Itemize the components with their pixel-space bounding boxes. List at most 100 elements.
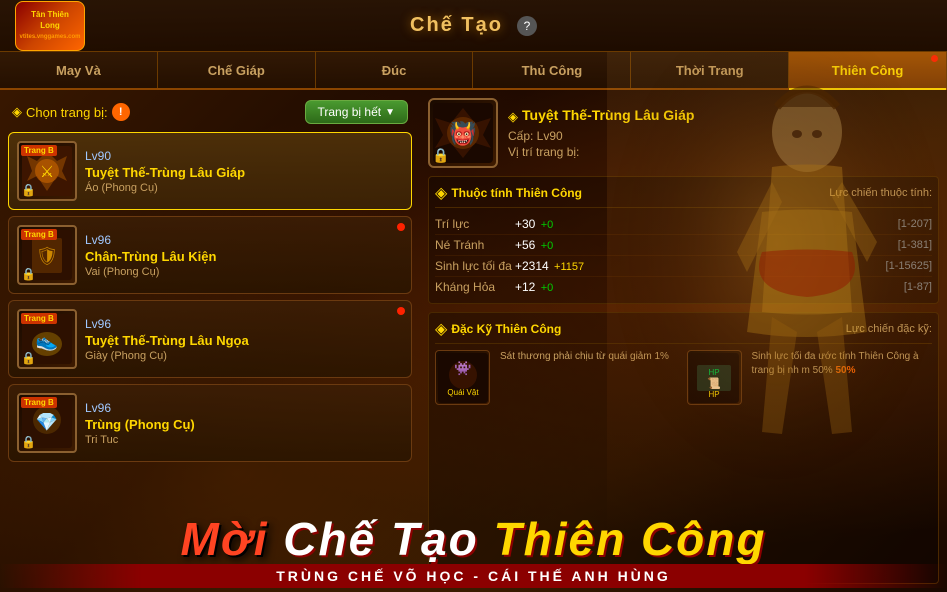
item-name-4: Trùng (Phong Cụ)	[85, 417, 403, 432]
equip-item-3[interactable]: 👟 Trang B 🔒 Lv96 Tuyệt Thế-Trùng Lâu Ngọ…	[8, 300, 412, 378]
item-type-4: Tri Tuc	[85, 434, 403, 446]
item-icon-3: 👟 Trang B 🔒	[17, 309, 77, 369]
svg-text:🛡: 🛡	[36, 246, 59, 266]
tab-bar: May Và Chế Giáp Đúc Thủ Công Thời Trang …	[0, 52, 947, 90]
item-badge-2: Trang B	[21, 229, 57, 240]
svg-text:👟: 👟	[36, 331, 58, 352]
skills-subtitle: Lực chiến đặc kỹ:	[846, 323, 932, 335]
svg-text:⚔: ⚔	[40, 164, 54, 181]
equip-item-1[interactable]: ⚔ Trang B 🔒 Lv90 Tuyệt Thế-Trùng Lâu Giá…	[8, 132, 412, 210]
lock-icon-1: 🔒	[21, 183, 36, 197]
svg-text:HP: HP	[708, 368, 719, 377]
main-panel: Tân ThiênLongvtites.vnggames.com Chế Tạo…	[0, 0, 947, 592]
tab-may-va[interactable]: May Và	[0, 52, 158, 88]
title-bar: Tân ThiênLongvtites.vnggames.com Chế Tạo…	[0, 0, 947, 52]
right-panel: 👹 🔒 ◈ Tuyệt Thế-Trùng Lâu Giáp Cấp: Lv90…	[420, 90, 947, 592]
tab-che-giap[interactable]: Chế Giáp	[158, 52, 316, 88]
equip-item-2[interactable]: 🛡 Trang B 🔒 Lv96 Chân-Trùng Lâu Kiện Vai…	[8, 216, 412, 294]
item-info-4: Lv96 Trùng (Phong Cụ) Tri Tuc	[85, 401, 403, 446]
stat-row-3: Sinh lực tối đa +2314 +1157 [1-15625]	[435, 256, 932, 277]
skills-section: ◈ Đặc Kỹ Thiên Công Lực chiến đặc kỹ: 👾 …	[428, 312, 939, 584]
skills-title-bar: ◈ Đặc Kỹ Thiên Công Lực chiến đặc kỹ:	[435, 319, 932, 344]
equip-label: ◈ Chọn trang bị: !	[12, 103, 130, 121]
item-type-1: Áo (Phong Cụ)	[85, 182, 403, 194]
stat-range-3: [1-15625]	[886, 260, 932, 272]
stat-row-2: Né Tránh +56 +0 [1-381]	[435, 235, 932, 256]
item-level-3: Lv96	[85, 317, 403, 331]
equipment-dropdown[interactable]: Trang bị hết ▼	[305, 100, 409, 124]
detail-header: 👹 🔒 ◈ Tuyệt Thế-Trùng Lâu Giáp Cấp: Lv90…	[428, 98, 939, 168]
detail-icon: 👹 🔒	[428, 98, 498, 168]
lock-icon-3: 🔒	[21, 351, 36, 365]
window-title: Chế Tạo	[410, 14, 503, 37]
dropdown-arrow-icon: ▼	[385, 107, 395, 118]
stats-title-bar: ◈ Thuộc tính Thiên Công Lực chiến thuộc …	[435, 183, 932, 208]
svg-text:Quái Vật: Quái Vật	[447, 388, 479, 397]
item-icon-2: 🛡 Trang B 🔒	[17, 225, 77, 285]
red-dot-3	[397, 307, 405, 315]
svg-text:👹: 👹	[449, 120, 476, 146]
stats-subtitle: Lực chiến thuộc tính:	[829, 187, 932, 199]
tab-thoi-trang[interactable]: Thời Trang	[631, 52, 789, 88]
item-name-2: Chân-Trùng Lâu Kiện	[85, 249, 403, 264]
item-level-4: Lv96	[85, 401, 403, 415]
item-icon-1: ⚔ Trang B 🔒	[17, 141, 77, 201]
tab-thien-cong[interactable]: Thiên Công	[789, 52, 947, 88]
stat-name-4: Kháng Hỏa	[435, 280, 515, 294]
red-dot-2	[397, 223, 405, 231]
svg-text:HP: HP	[708, 390, 719, 399]
lock-icon-2: 🔒	[21, 267, 36, 281]
skill-desc-2: Sinh lực tối đa ước tính Thiên Công à tr…	[748, 350, 933, 405]
svg-text:👾: 👾	[454, 360, 471, 376]
stat-range-1: [1-207]	[898, 218, 932, 230]
skill-item-2: HP 📜 HP	[687, 350, 742, 405]
stats-section: ◈ Thuộc tính Thiên Công Lực chiến thuộc …	[428, 176, 939, 304]
stat-range-2: [1-381]	[898, 239, 932, 251]
stat-value-2: +56 +0	[515, 238, 595, 252]
detail-level: Cấp: Lv90	[508, 129, 939, 143]
item-level-1: Lv90	[85, 149, 403, 163]
stat-row-4: Kháng Hỏa +12 +0 [1-87]	[435, 277, 932, 297]
item-info-3: Lv96 Tuyệt Thế-Trùng Lâu Ngọa Giày (Phon…	[85, 317, 403, 362]
stat-name-1: Trí lực	[435, 217, 515, 231]
warning-icon: !	[112, 103, 130, 121]
item-icon-4: 💎 Trang B 🔒	[17, 393, 77, 453]
item-info-2: Lv96 Chân-Trùng Lâu Kiện Vai (Phong Cụ)	[85, 233, 403, 278]
stat-row-1: Trí lực +30 +0 [1-207]	[435, 214, 932, 235]
stat-name-2: Né Tránh	[435, 238, 515, 252]
game-logo: Tân ThiênLongvtites.vnggames.com	[15, 1, 85, 51]
item-type-3: Giày (Phong Cụ)	[85, 350, 403, 362]
stat-value-4: +12 +0	[515, 280, 595, 294]
tab-thu-cong[interactable]: Thủ Công	[473, 52, 631, 88]
item-type-2: Vai (Phong Cụ)	[85, 266, 403, 278]
item-badge-3: Trang B	[21, 313, 57, 324]
item-badge-1: Trang B	[21, 145, 57, 156]
stat-range-4: [1-87]	[904, 281, 932, 293]
item-name-3: Tuyệt Thế-Trùng Lâu Ngọa	[85, 333, 403, 348]
stat-value-1: +30 +0	[515, 217, 595, 231]
item-info-1: Lv90 Tuyệt Thế-Trùng Lâu Giáp Áo (Phong …	[85, 149, 403, 194]
help-button[interactable]: ?	[517, 16, 537, 36]
tab-duc[interactable]: Đúc	[316, 52, 474, 88]
item-name-1: Tuyệt Thế-Trùng Lâu Giáp	[85, 165, 403, 180]
skill-item-1: 👾 Quái Vật	[435, 350, 490, 405]
stat-value-3: +2314 +1157	[515, 259, 595, 273]
lock-icon-4: 🔒	[21, 435, 36, 449]
left-panel: ◈ Chọn trang bị: ! Trang bị hết ▼	[0, 90, 420, 592]
detail-name: Tuyệt Thế-Trùng Lâu Giáp	[522, 107, 694, 123]
item-badge-4: Trang B	[21, 397, 57, 408]
detail-info: ◈ Tuyệt Thế-Trùng Lâu Giáp Cấp: Lv90 Vị …	[508, 107, 939, 159]
logo-area: Tân ThiênLongvtites.vnggames.com	[0, 0, 100, 52]
content-area: ◈ Chọn trang bị: ! Trang bị hết ▼	[0, 90, 947, 592]
svg-text:💎: 💎	[36, 412, 58, 432]
skill-items: 👾 Quái Vật Sát thương phải chịu từ quái …	[435, 350, 932, 405]
skills-title: Đặc Kỹ Thiên Công	[451, 322, 561, 336]
equipment-header: ◈ Chọn trang bị: ! Trang bị hết ▼	[8, 98, 412, 126]
svg-text:📜: 📜	[707, 377, 721, 390]
stat-name-3: Sinh lực tối đa	[435, 259, 515, 273]
skill-desc-1: Sát thương phải chịu từ quái giảm 1%	[496, 350, 681, 405]
item-level-2: Lv96	[85, 233, 403, 247]
detail-position: Vị trí trang bị:	[508, 145, 939, 159]
stats-title: Thuộc tính Thiên Công	[451, 186, 582, 200]
equip-item-4[interactable]: 💎 Trang B 🔒 Lv96 Trùng (Phong Cụ) Tri Tu…	[8, 384, 412, 462]
